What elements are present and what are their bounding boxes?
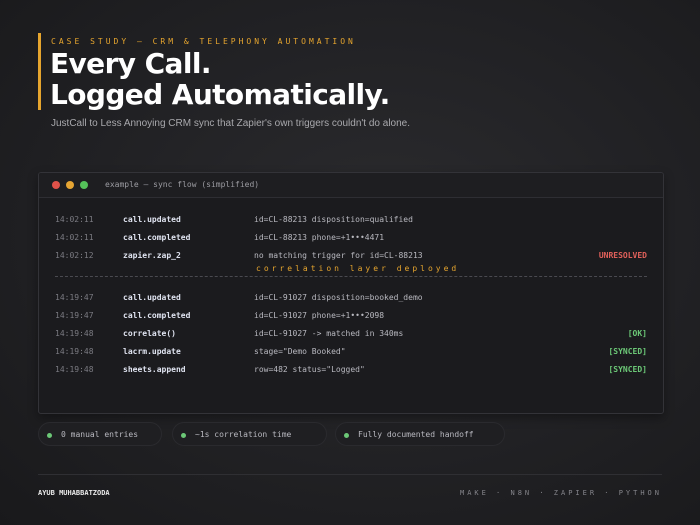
status-dot-icon: [344, 433, 349, 438]
log-row: 14:02:12 zapier.zap_2 no matching trigge…: [39, 250, 663, 262]
status-dot-icon: [181, 433, 186, 438]
stat-label: Fully documented handoff: [358, 430, 474, 439]
status-badge-unresolved: UNRESOLVED: [598, 251, 647, 260]
log-row: 14:19:47 call.updated id=CL-91027 dispos…: [39, 292, 663, 304]
log-detail: row=482 status="Logged": [254, 365, 365, 374]
stat-pill-handoff: Fully documented handoff: [335, 422, 505, 446]
status-badge-synced: [SYNCED]: [608, 365, 647, 374]
log-time: 14:19:47: [55, 293, 94, 302]
accent-bar: [38, 33, 41, 110]
tech-stack: MAKE · N8N · ZAPIER · PYTHON: [459, 489, 662, 497]
correlation-layer-label: correlation layer deployed: [256, 264, 460, 273]
maximize-window-icon[interactable]: [80, 181, 88, 189]
log-row: 14:19:48 correlate() id=CL-91027 -> matc…: [39, 328, 663, 340]
window-titlebar: example — sync flow (simplified): [39, 173, 663, 198]
footer-divider: [38, 474, 662, 475]
stat-label: ~1s correlation time: [195, 430, 292, 439]
log-event: sheets.append: [123, 365, 186, 374]
log-event: correlate(): [123, 329, 176, 338]
window-title: example — sync flow (simplified): [105, 180, 260, 189]
log-time: 14:02:11: [55, 233, 94, 242]
stat-pill-correlation-time: ~1s correlation time: [172, 422, 327, 446]
status-dot-icon: [47, 433, 52, 438]
close-window-icon[interactable]: [52, 181, 60, 189]
headline-line-2: Logged Automatically.: [50, 78, 390, 111]
log-detail: id=CL-88213 phone=+1•••4471: [254, 233, 385, 242]
log-detail: id=CL-91027 phone=+1•••2098: [254, 311, 385, 320]
stat-label: 0 manual entries: [61, 430, 139, 439]
log-row: 14:19:47 call.completed id=CL-91027 phon…: [39, 310, 663, 322]
log-event: call.completed: [123, 311, 191, 320]
log-detail: stage="Demo Booked": [254, 347, 346, 356]
log-time: 14:19:47: [55, 311, 94, 320]
log-event: call.updated: [123, 293, 181, 302]
headline-line-1: Every Call.: [50, 47, 211, 80]
divider: [55, 276, 647, 277]
log-event: call.updated: [123, 215, 181, 224]
page-title: Every Call. Logged Automatically.: [50, 48, 390, 110]
log-row: 14:19:48 lacrm.update stage="Demo Booked…: [39, 346, 663, 358]
log-time: 14:19:48: [55, 347, 94, 356]
log-event: call.completed: [123, 233, 191, 242]
author-name: AYUB MUHABBATZODA: [38, 489, 110, 497]
minimize-window-icon[interactable]: [66, 181, 74, 189]
log-detail: id=CL-91027 -> matched in 340ms: [254, 329, 404, 338]
eyebrow-label: CASE STUDY — CRM & TELEPHONY AUTOMATION: [51, 37, 356, 46]
terminal-window: example — sync flow (simplified) 14:02:1…: [38, 172, 664, 414]
log-time: 14:02:11: [55, 215, 94, 224]
log-time: 14:02:12: [55, 251, 94, 260]
log-time: 14:19:48: [55, 329, 94, 338]
stat-pill-manual-entries: 0 manual entries: [38, 422, 162, 446]
log-row: 14:02:11 call.completed id=CL-88213 phon…: [39, 232, 663, 244]
status-badge-synced: [SYNCED]: [608, 347, 647, 356]
log-detail: id=CL-88213 disposition=qualified: [254, 215, 413, 224]
log-detail: no matching trigger for id=CL-88213: [254, 251, 423, 260]
log-detail: id=CL-91027 disposition=booked_demo: [254, 293, 423, 302]
log-row: 14:19:48 sheets.append row=482 status="L…: [39, 364, 663, 376]
status-badge-ok: [OK]: [627, 329, 647, 338]
log-event: lacrm.update: [123, 347, 181, 356]
log-event: zapier.zap_2: [123, 251, 181, 260]
log-time: 14:19:48: [55, 365, 94, 374]
log-row: 14:02:11 call.updated id=CL-88213 dispos…: [39, 214, 663, 226]
subtitle: JustCall to Less Annoying CRM sync that …: [51, 118, 410, 129]
